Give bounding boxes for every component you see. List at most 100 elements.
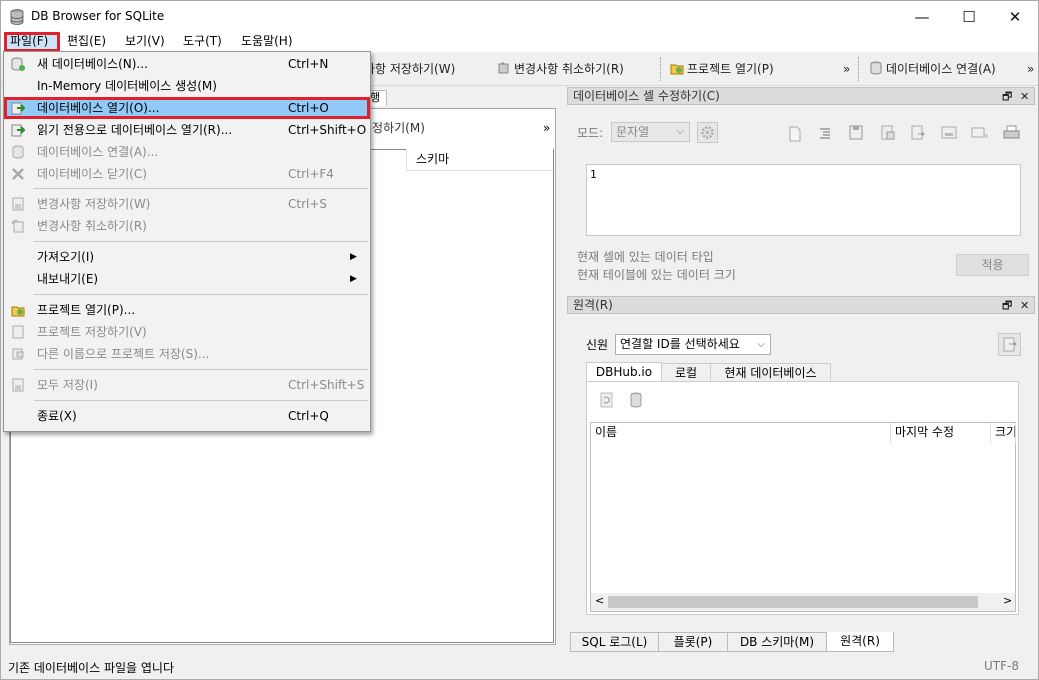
menu-separator	[34, 369, 368, 370]
tab-remote[interactable]: 원격(R)	[826, 632, 894, 652]
menu-item-shortcut: Ctrl+Q	[288, 409, 329, 423]
tab-sql-log[interactable]: SQL 로그(L)	[570, 632, 659, 652]
export-icon[interactable]	[880, 125, 896, 141]
menu-item-label: 프로젝트 저장하기(V)	[37, 325, 147, 339]
gear-icon	[701, 126, 714, 139]
set-null-icon[interactable]	[910, 125, 926, 141]
save-changes-button[interactable]: 사항 저장하기(W)	[364, 59, 455, 79]
menu-item-attach-database[interactable]: 데이터베이스 연결(A)...	[4, 141, 370, 163]
remote-file-list[interactable]: 이름 마지막 수정 크기 < >	[590, 422, 1016, 612]
menu-item-in-memory-db[interactable]: In-Memory 데이터베이스 생성(M)	[4, 75, 370, 97]
menu-view[interactable]: 보기(V)	[121, 32, 169, 52]
menu-item-label: 가져오기(I)	[37, 250, 95, 264]
minimize-button[interactable]: —	[899, 1, 945, 32]
tab-current-database[interactable]: 현재 데이터베이스	[710, 363, 831, 383]
menu-item-export[interactable]: 내보내기(E) ▶	[4, 268, 370, 290]
menu-separator	[34, 241, 368, 242]
menu-tools[interactable]: 도구(T)	[179, 32, 226, 52]
new-doc-icon[interactable]	[788, 126, 802, 142]
tab-plot[interactable]: 플롯(P)	[658, 632, 728, 652]
save-project-as-icon	[12, 348, 24, 360]
import-icon[interactable]	[848, 124, 866, 142]
maximize-button[interactable]: ☐	[946, 1, 992, 32]
revert-icon	[11, 219, 24, 233]
column-header-name[interactable]: 이름	[591, 423, 891, 443]
menu-item-exit[interactable]: 종료(X) Ctrl+Q	[4, 405, 370, 427]
attach-db-icon	[870, 61, 882, 75]
status-bar: 기존 데이터베이스 파일을 엽니다 UTF-8	[1, 655, 1038, 679]
tab-dbhub[interactable]: DBHub.io	[586, 362, 662, 382]
menu-item-shortcut: Ctrl+Shift+O	[288, 123, 367, 137]
menu-item-save-all[interactable]: 모두 저장(I) Ctrl+Shift+S	[4, 374, 370, 396]
cell-size-info: 현재 테이블에 있는 데이터 크기	[577, 268, 736, 282]
mode-combo[interactable]: 문자열 ⌵	[611, 122, 690, 142]
menu-item-save-project-as[interactable]: 다른 이름으로 프로젝트 저장(S)...	[4, 343, 370, 365]
clone-db-icon[interactable]	[629, 391, 645, 409]
tab-local[interactable]: 로컬	[661, 363, 711, 383]
column-header-size[interactable]: 크기	[991, 423, 1016, 443]
open-project-icon	[11, 306, 25, 317]
attach-db-icon	[12, 145, 24, 159]
open-project-button[interactable]: 프로젝트 열기(P)	[670, 59, 774, 79]
submenu-arrow-icon: ▶	[350, 252, 357, 262]
app-window: DB Browser for SQLite — ☐ ✕ 파일(F) 편집(E) …	[0, 0, 1039, 680]
status-encoding: UTF-8	[984, 659, 1019, 673]
dock-float-icon[interactable]: 🗗	[1002, 89, 1012, 105]
print-icon[interactable]	[1003, 125, 1020, 141]
menu-item-save-project[interactable]: 프로젝트 저장하기(V)	[4, 321, 370, 343]
menu-separator	[34, 400, 368, 401]
horizontal-scrollbar[interactable]: < >	[591, 593, 1015, 611]
close-db-icon	[12, 168, 24, 180]
indent-icon[interactable]	[818, 126, 832, 142]
attach-db-button[interactable]: 데이터베이스 연결(A)	[869, 59, 996, 79]
menu-help[interactable]: 도움말(H)	[237, 32, 297, 52]
menu-item-import[interactable]: 가져오기(I) ▶	[4, 246, 370, 268]
scrollbar-thumb[interactable]	[608, 596, 978, 608]
menu-item-label: 데이터베이스 닫기(C)	[37, 167, 147, 181]
save-all-icon	[12, 378, 24, 392]
menu-item-new-database[interactable]: 새 데이터베이스(N)... Ctrl+N	[4, 53, 370, 75]
open-project-label: 프로젝트 열기(P)	[687, 62, 774, 76]
menu-item-shortcut: Ctrl+F4	[288, 167, 334, 181]
dock-close-icon[interactable]: ✕	[1020, 89, 1029, 105]
toolbar-more-button[interactable]: »	[843, 59, 850, 79]
chevron-down-icon: ⌵	[676, 126, 684, 137]
tab-db-schema[interactable]: DB 스키마(M)	[727, 632, 827, 652]
scroll-left-icon[interactable]: <	[595, 594, 604, 607]
remote-connect-button[interactable]	[998, 333, 1021, 356]
toolbar-more-button-2[interactable]: »	[1027, 59, 1034, 79]
menu-item-write-changes[interactable]: 변경사항 저장하기(W) Ctrl+S	[4, 193, 370, 215]
auto-switch-mode-button[interactable]	[697, 122, 718, 143]
menu-separator	[34, 188, 368, 189]
save-project-icon	[12, 325, 24, 339]
menu-item-label: 모두 저장(I)	[37, 378, 98, 392]
revert-changes-button[interactable]: 변경사항 취소하기(R)	[497, 59, 624, 79]
apply-button[interactable]: 적용	[956, 254, 1029, 276]
menu-item-label: 내보내기(E)	[37, 272, 99, 286]
cell-editor-textarea[interactable]: 1	[586, 164, 1021, 236]
dock-float-icon[interactable]: 🗗	[1002, 298, 1012, 314]
new-db-icon	[11, 57, 25, 71]
close-button[interactable]: ✕	[992, 1, 1038, 32]
column-header-schema[interactable]: 스키마	[406, 149, 553, 171]
scroll-right-icon[interactable]: >	[1003, 594, 1012, 607]
identity-combo[interactable]: 연결할 ID를 선택하세요 ⌵	[615, 334, 771, 355]
menu-item-label: In-Memory 데이터베이스 생성(M)	[37, 79, 217, 93]
menu-item-revert-changes[interactable]: 변경사항 취소하기(R)	[4, 215, 370, 237]
word-wrap-icon[interactable]	[971, 125, 989, 141]
menu-item-shortcut: Ctrl+S	[288, 197, 328, 211]
open-in-app-icon[interactable]	[941, 125, 957, 141]
open-project-icon	[670, 64, 684, 75]
menu-item-open-project[interactable]: 프로젝트 열기(P)...	[4, 299, 370, 321]
menu-item-open-database[interactable]: 데이터베이스 열기(O)... Ctrl+O	[4, 97, 370, 119]
menu-item-shortcut: Ctrl+Shift+S	[288, 378, 365, 392]
menu-file[interactable]: 파일(F)	[4, 32, 60, 52]
menu-item-open-readonly[interactable]: 읽기 전용으로 데이터베이스 열기(R)... Ctrl+Shift+O	[4, 119, 370, 141]
menu-item-label: 변경사항 취소하기(R)	[37, 219, 147, 233]
left-subtoolbar-more[interactable]: »	[543, 121, 550, 135]
dock-close-icon[interactable]: ✕	[1020, 298, 1029, 314]
column-header-last-modified[interactable]: 마지막 수정	[891, 423, 991, 443]
refresh-icon[interactable]	[599, 391, 615, 409]
menu-edit[interactable]: 편집(E)	[63, 32, 110, 52]
menu-item-close-database[interactable]: 데이터베이스 닫기(C) Ctrl+F4	[4, 163, 370, 185]
